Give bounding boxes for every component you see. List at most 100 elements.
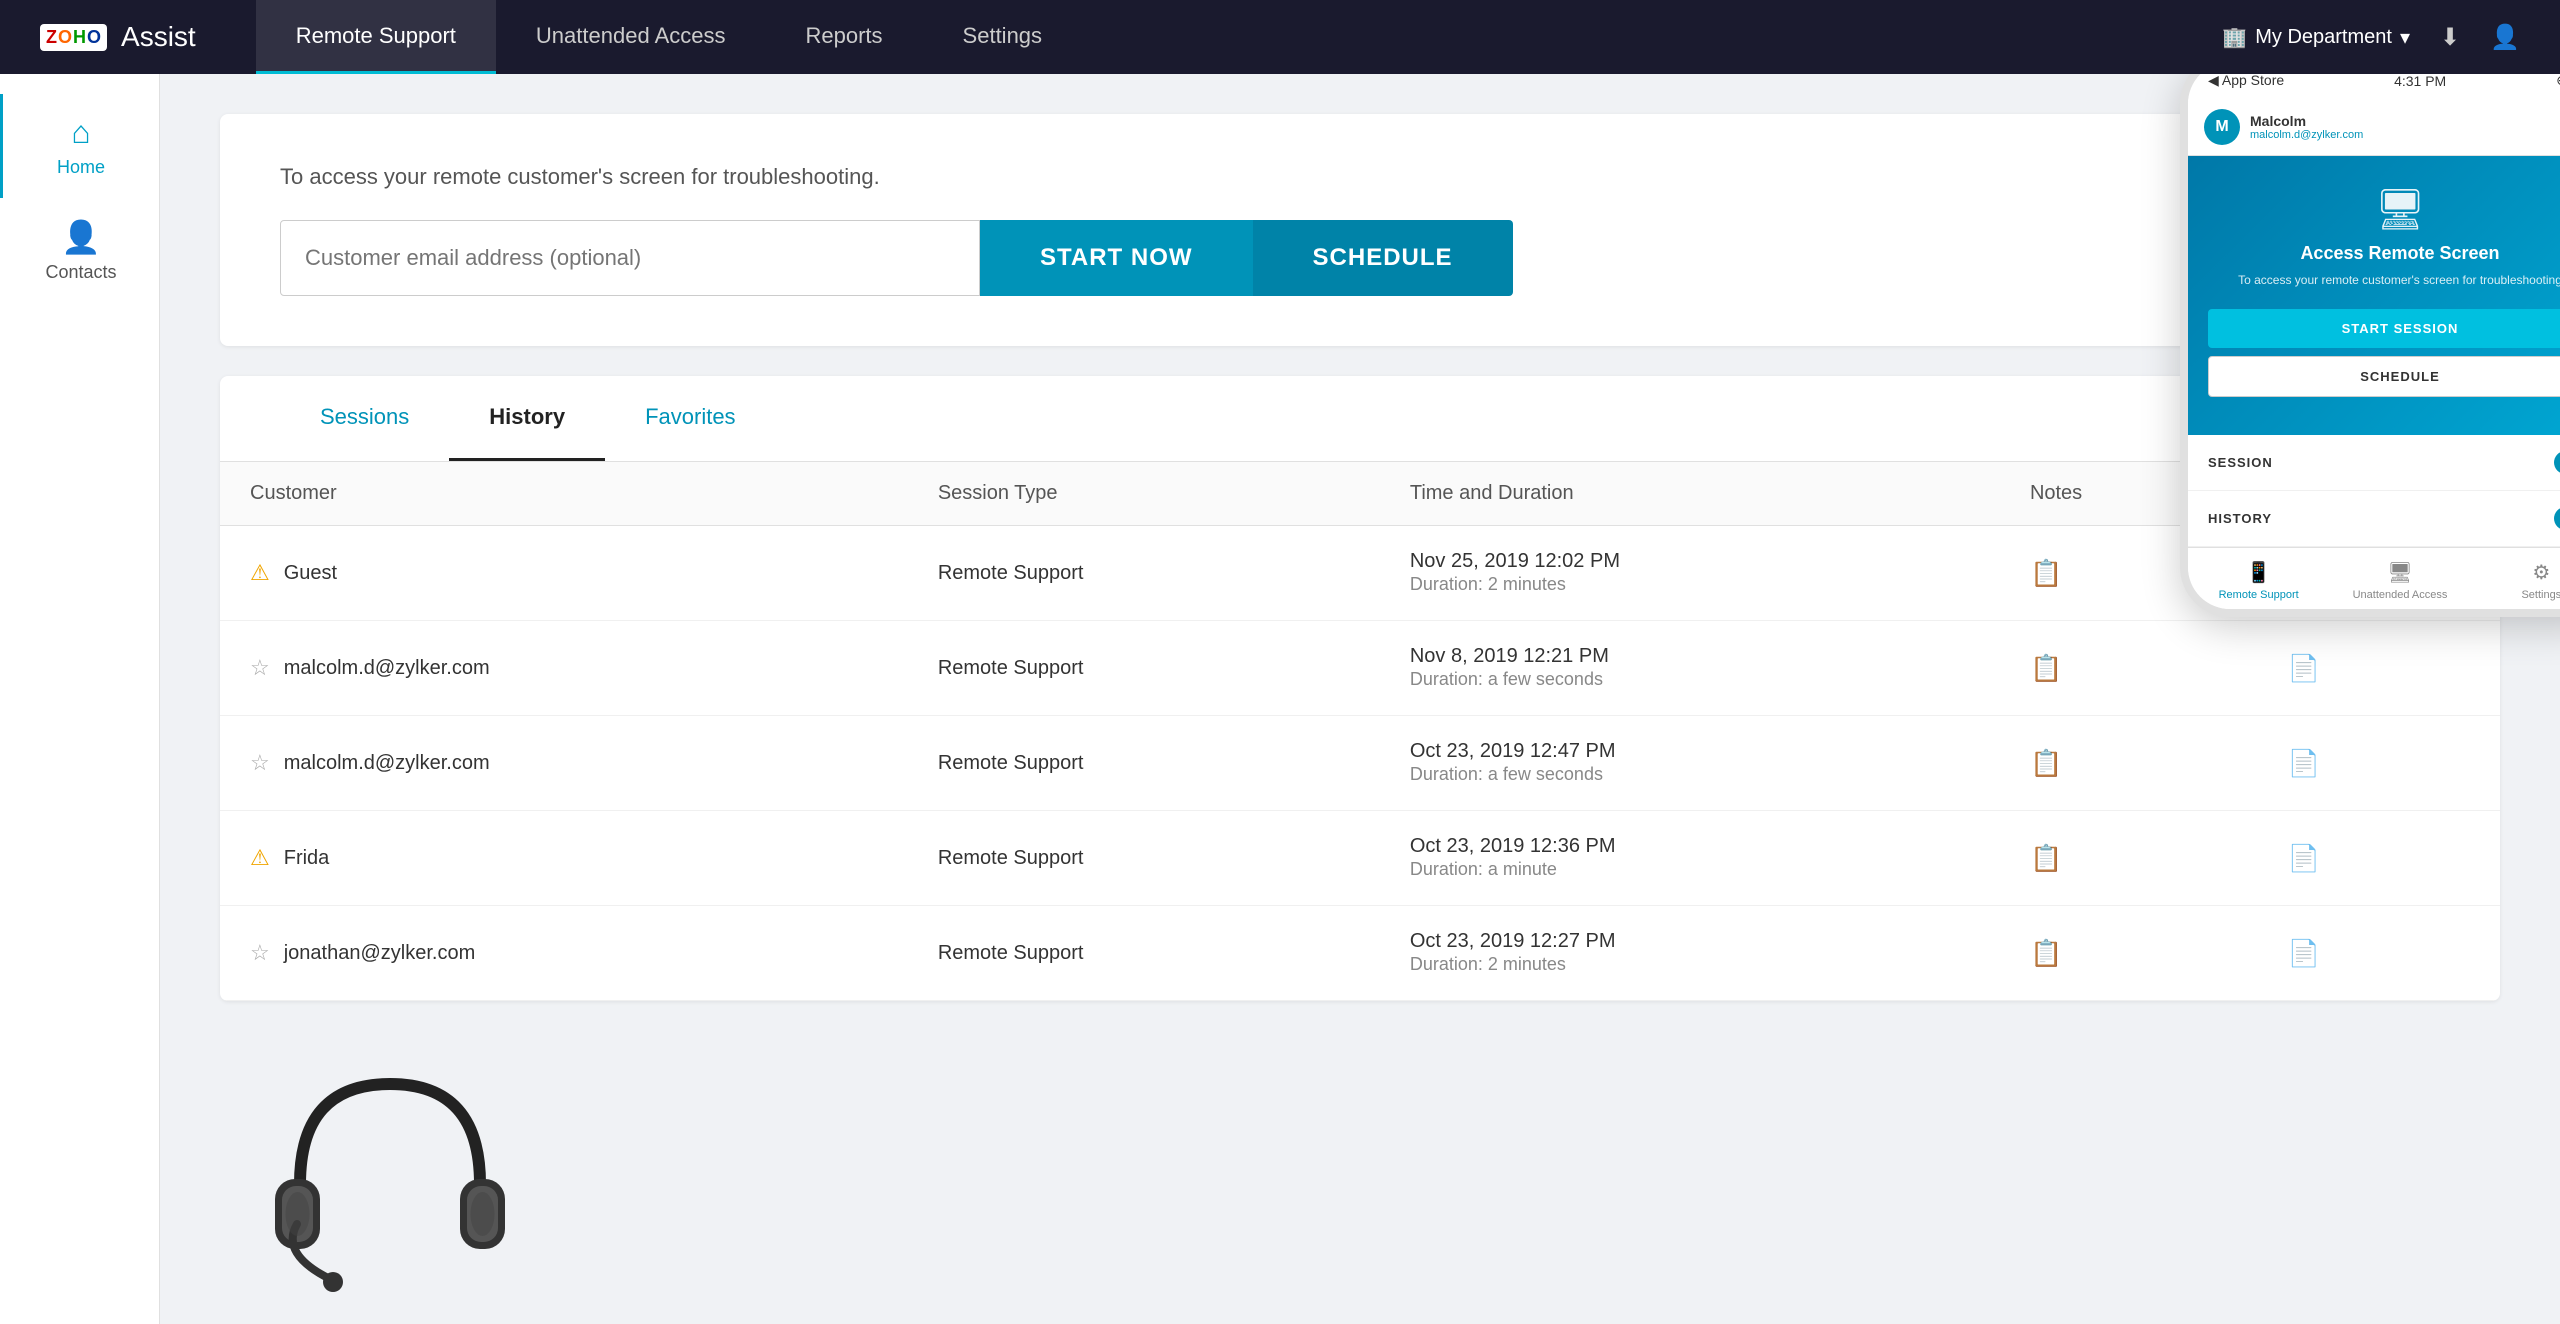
- sidebar-item-home-label: Home: [57, 157, 105, 178]
- history-table: Customer Session Type Time and Duration …: [220, 462, 2500, 1001]
- customer-cell-2: ☆ malcolm.d@zylker.com: [220, 716, 908, 811]
- col-customer: Customer: [220, 462, 908, 526]
- sidebar-item-contacts-label: Contacts: [45, 262, 116, 283]
- phone-stat-session: SESSION 00: [2188, 435, 2560, 491]
- audit-cell-2: 📄: [2258, 716, 2500, 811]
- logo-o: O: [58, 27, 72, 48]
- nav-tab-remote-support[interactable]: Remote Support: [256, 0, 496, 74]
- phone-avatar: M: [2204, 109, 2240, 145]
- audit-icon-3[interactable]: 📄: [2288, 843, 2320, 873]
- notes-cell-1: 📋: [2000, 621, 2258, 716]
- phone-user-email: malcolm.d@zylker.com: [2250, 129, 2560, 141]
- zoho-box: Z O H O: [40, 24, 107, 51]
- audit-cell-1: 📄: [2258, 621, 2500, 716]
- hero-actions: START NOW SCHEDULE: [280, 220, 2440, 296]
- customer-name-1: malcolm.d@zylker.com: [284, 657, 490, 680]
- notes-icon-1[interactable]: 📋: [2030, 653, 2062, 683]
- notes-icon-4[interactable]: 📋: [2030, 938, 2062, 968]
- notes-icon-0[interactable]: 📋: [2030, 558, 2062, 588]
- department-icon: 🏢: [2222, 25, 2247, 50]
- logo-area: Z O H O Assist: [40, 21, 196, 53]
- user-profile-icon[interactable]: 👤: [2490, 23, 2520, 52]
- email-input[interactable]: [280, 220, 980, 296]
- phone-start-session-button[interactable]: START SESSION: [2208, 309, 2560, 348]
- table-row: ⚠ Guest Remote Support Nov 25, 2019 12:0…: [220, 526, 2500, 621]
- hero-subtitle: To access your remote customer's screen …: [280, 164, 2440, 190]
- schedule-button[interactable]: SCHEDULE: [1253, 220, 1513, 296]
- home-icon: ⌂: [71, 114, 90, 151]
- phone-user-name: Malcolm: [2250, 113, 2560, 129]
- table-body: ⚠ Guest Remote Support Nov 25, 2019 12:0…: [220, 526, 2500, 1001]
- phone-schedule-button[interactable]: SCHEDULE: [2208, 356, 2560, 397]
- main-content: To access your remote customer's screen …: [160, 74, 2560, 1324]
- audit-icon-4[interactable]: 📄: [2288, 938, 2320, 968]
- session-type-cell-2: Remote Support: [908, 716, 1380, 811]
- phone-back-label: ◀ App Store: [2208, 74, 2284, 89]
- logo-z: Z: [46, 27, 57, 48]
- sidebar-item-home[interactable]: ⌂ Home: [0, 94, 159, 198]
- phone-hero-subtitle: To access your remote customer's screen …: [2208, 272, 2560, 289]
- phone-nav-unattended[interactable]: 🖥 Unattended Access: [2329, 560, 2470, 601]
- audit-icon-2[interactable]: 📄: [2288, 748, 2320, 778]
- customer-name-4: jonathan@zylker.com: [284, 942, 476, 965]
- headset-decoration: [240, 1024, 540, 1324]
- table-row: ☆ malcolm.d@zylker.com Remote Support No…: [220, 621, 2500, 716]
- download-icon[interactable]: ⬇: [2440, 23, 2460, 52]
- star-icon: ☆: [250, 750, 270, 776]
- table-row: ⚠ Frida Remote Support Oct 23, 2019 12:3…: [220, 811, 2500, 906]
- phone-battery: ⊕ 8%: [2556, 74, 2560, 89]
- nav-tabs: Remote Support Unattended Access Reports…: [256, 0, 2223, 74]
- customer-name-2: malcolm.d@zylker.com: [284, 752, 490, 775]
- notes-cell-3: 📋: [2000, 811, 2258, 906]
- phone-stat-history-label: HISTORY: [2208, 511, 2272, 526]
- contacts-icon: 👤: [61, 218, 101, 256]
- session-type-cell-0: Remote Support: [908, 526, 1380, 621]
- phone-stat-session-value: 00: [2554, 451, 2560, 474]
- nav-tab-unattended-access[interactable]: Unattended Access: [496, 0, 766, 74]
- phone-hero-icon: 🖥: [2208, 186, 2560, 233]
- notes-cell-2: 📋: [2000, 716, 2258, 811]
- start-now-button[interactable]: START NOW: [980, 220, 1253, 296]
- col-session-type: Session Type: [908, 462, 1380, 526]
- phone-nav-unattended-icon: 🖥: [2387, 560, 2412, 585]
- hero-section: To access your remote customer's screen …: [220, 114, 2500, 346]
- warning-icon: ⚠: [250, 845, 270, 871]
- notes-icon-2[interactable]: 📋: [2030, 748, 2062, 778]
- headset-svg: [240, 1024, 540, 1324]
- sidebar-item-contacts[interactable]: 👤 Contacts: [0, 198, 159, 303]
- department-label: My Department: [2255, 26, 2392, 49]
- audit-cell-3: 📄: [2258, 811, 2500, 906]
- phone-nav-remote-label: Remote Support: [2219, 589, 2299, 601]
- customer-cell-0: ⚠ Guest: [220, 526, 908, 621]
- nav-right: 🏢 My Department ▾ ⬇ 👤: [2222, 23, 2520, 52]
- notes-icon-3[interactable]: 📋: [2030, 843, 2062, 873]
- department-selector[interactable]: 🏢 My Department ▾: [2222, 25, 2410, 50]
- phone-nav-remote-support[interactable]: 📱 Remote Support: [2188, 560, 2329, 601]
- tab-favorites[interactable]: Favorites: [605, 376, 775, 461]
- phone-hero: 🖥 Access Remote Screen To access your re…: [2188, 156, 2560, 435]
- session-type-cell-3: Remote Support: [908, 811, 1380, 906]
- phone-stat-history: HISTORY 15: [2188, 491, 2560, 547]
- table-row: ☆ jonathan@zylker.com Remote Support Oct…: [220, 906, 2500, 1001]
- session-type-cell-1: Remote Support: [908, 621, 1380, 716]
- phone-nav-settings-label: Settings: [2521, 589, 2560, 601]
- star-icon: ☆: [250, 655, 270, 681]
- phone-mock: ◀ App Store 4:31 PM ⊕ 8% M Malcolm malco…: [2180, 74, 2560, 617]
- phone-nav-settings[interactable]: ⚙ Settings: [2471, 560, 2560, 601]
- nav-tab-reports[interactable]: Reports: [766, 0, 923, 74]
- customer-name-3: Frida: [284, 847, 330, 870]
- warning-icon: ⚠: [250, 560, 270, 586]
- nav-tab-settings[interactable]: Settings: [923, 0, 1083, 74]
- customer-cell-3: ⚠ Frida: [220, 811, 908, 906]
- top-navigation: Z O H O Assist Remote Support Unattended…: [0, 0, 2560, 74]
- audit-icon-1[interactable]: 📄: [2288, 653, 2320, 683]
- phone-nav-unattended-label: Unattended Access: [2353, 589, 2448, 601]
- logo-h: H: [73, 27, 86, 48]
- phone-user-info: Malcolm malcolm.d@zylker.com: [2250, 113, 2560, 141]
- tab-history[interactable]: History: [449, 376, 605, 461]
- customer-name-0: Guest: [284, 562, 337, 585]
- tab-sessions[interactable]: Sessions: [280, 376, 449, 461]
- time-cell-3: Oct 23, 2019 12:36 PM Duration: a minute: [1380, 811, 2000, 906]
- chevron-down-icon: ▾: [2400, 25, 2410, 50]
- logo-o2: O: [87, 27, 101, 48]
